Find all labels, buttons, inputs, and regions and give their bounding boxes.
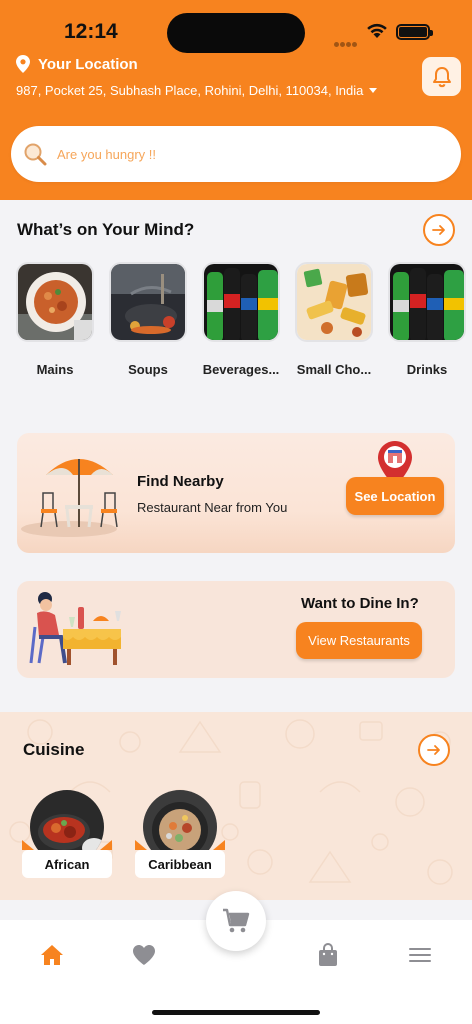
nav-menu[interactable] xyxy=(400,942,440,968)
shopping-bag-icon xyxy=(319,943,337,966)
bell-icon xyxy=(432,66,451,87)
nav-home[interactable] xyxy=(32,942,72,968)
category-mains[interactable]: Mains xyxy=(16,262,94,377)
search-icon xyxy=(24,143,47,166)
mind-see-all-button[interactable] xyxy=(423,214,455,246)
drinks-image xyxy=(388,262,466,342)
location-title: Your Location xyxy=(38,55,138,73)
cuisine-see-all-button[interactable] xyxy=(418,734,450,766)
battery-icon xyxy=(396,24,433,40)
find-nearby-title: Find Nearby xyxy=(137,473,224,490)
category-label: Soups xyxy=(128,362,168,377)
arrow-right-icon xyxy=(427,745,440,755)
category-label: Small Cho... xyxy=(296,362,372,377)
find-nearby-card[interactable]: Find Nearby Restaurant Near from You See… xyxy=(17,433,455,553)
cuisine-label: African xyxy=(22,840,112,878)
category-small-chops[interactable]: Small Cho... xyxy=(295,262,373,377)
cuisine-card-caribbean[interactable]: Caribbean xyxy=(135,790,225,878)
small-chops-image xyxy=(295,262,373,342)
status-time: 12:14 xyxy=(64,20,118,43)
dynamic-island xyxy=(167,13,305,53)
soups-image xyxy=(109,262,187,342)
search-bar[interactable] xyxy=(11,126,461,182)
view-restaurants-button[interactable]: View Restaurants xyxy=(296,622,422,659)
see-location-button[interactable]: See Location xyxy=(346,477,444,515)
location-selector[interactable]: Your Location xyxy=(16,55,138,73)
chevron-down-icon xyxy=(369,88,378,93)
cart-icon xyxy=(223,908,250,933)
category-label: Drinks xyxy=(406,362,448,377)
mains-image xyxy=(16,262,94,342)
signal-icon xyxy=(334,34,360,47)
category-beverages[interactable]: Beverages... xyxy=(202,262,280,377)
dine-in-title: Want to Dine In? xyxy=(301,595,419,612)
dining-illustration xyxy=(29,592,121,665)
mind-section-title: What’s on Your Mind? xyxy=(17,220,195,239)
location-pin-icon xyxy=(16,55,30,73)
category-soups[interactable]: Soups xyxy=(109,262,187,377)
category-label: Mains xyxy=(36,362,74,377)
menu-icon xyxy=(409,948,431,962)
cuisine-card-african[interactable]: African xyxy=(22,790,112,878)
status-bar: 12:14 xyxy=(0,0,472,60)
address-text: 987, Pocket 25, Subhash Place, Rohini, D… xyxy=(16,83,364,98)
notifications-button[interactable] xyxy=(422,57,461,96)
find-nearby-subtitle: Restaurant Near from You xyxy=(137,500,288,515)
arrow-right-icon xyxy=(432,225,445,235)
cuisine-section-title: Cuisine xyxy=(23,740,85,759)
wifi-icon xyxy=(367,23,387,38)
home-icon xyxy=(41,945,63,965)
heart-icon xyxy=(133,945,155,965)
cuisine-label: Caribbean xyxy=(135,840,225,878)
beverages-image xyxy=(202,262,280,342)
cart-button[interactable] xyxy=(206,891,266,951)
home-indicator xyxy=(152,1010,320,1015)
nav-favorites[interactable] xyxy=(124,942,164,968)
location-address[interactable]: 987, Pocket 25, Subhash Place, Rohini, D… xyxy=(16,83,378,98)
category-drinks[interactable]: Drinks xyxy=(388,262,466,377)
nav-orders[interactable] xyxy=(308,942,348,968)
category-label: Beverages... xyxy=(202,362,280,377)
cafe-table-illustration xyxy=(21,459,118,537)
dine-in-card[interactable]: Want to Dine In? View Restaurants xyxy=(17,581,455,678)
search-input[interactable] xyxy=(57,146,417,162)
